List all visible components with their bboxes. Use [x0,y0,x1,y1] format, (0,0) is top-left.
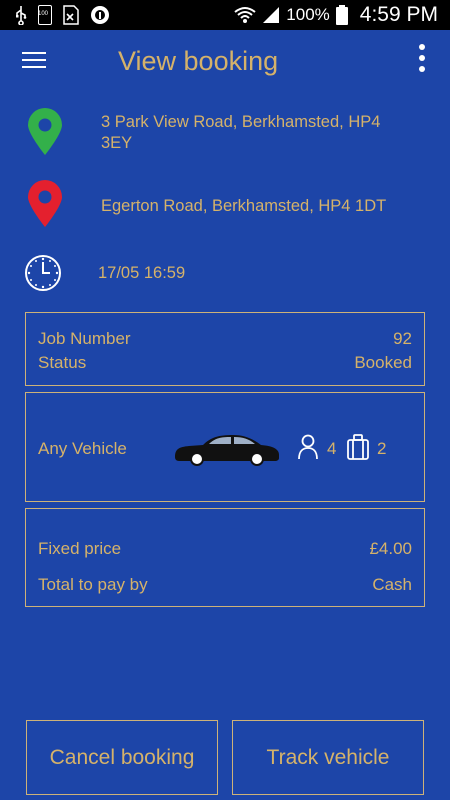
battery-icon [335,5,348,25]
status-label: Status [38,353,87,372]
dropoff-location-pin-icon [28,180,62,227]
fixed-price-value: £4.00 [369,539,412,558]
notification-icons: 100 [14,5,110,25]
battery-full-icon: 100 [38,5,52,25]
clock-time: 4:59 PM [359,3,438,26]
payment-method-label: Total to pay by [38,575,148,594]
luggage-count: 2 [377,439,387,458]
app-bar: View booking [0,30,450,92]
cancel-booking-button[interactable]: Cancel booking [26,720,218,795]
clock-icon [25,255,61,291]
status-bar: 100 100% 4:59 PM [0,0,450,30]
bbc-app-icon [63,5,79,25]
app-notification-icon [91,6,109,24]
payment-method-row: Total to pay by Cash [38,575,412,595]
cell-signal-icon [263,7,280,23]
datetime-row: 17/05 16:59 [0,254,450,292]
fixed-price-row: Fixed price £4.00 [38,539,412,559]
status-row: Status Booked [38,353,412,373]
passenger-icon [298,434,318,460]
job-number-label: Job Number [38,329,131,348]
job-number-row: Job Number 92 [38,329,412,349]
menu-icon[interactable] [22,52,46,70]
pickup-address: 3 Park View Road, Berkhamsted, HP4 3EY [101,113,381,152]
page-title: View booking [118,46,279,76]
booking-datetime: 17/05 16:59 [98,264,186,282]
car-icon [175,435,279,466]
signal-percent: 100% [286,5,330,24]
wifi-icon [234,7,256,23]
passenger-count: 4 [327,439,337,458]
payment-method-value: Cash [372,575,412,594]
track-vehicle-button[interactable]: Track vehicle [232,720,424,795]
pickup-location-pin-icon [28,108,62,155]
dropoff-row: Egerton Road, Berkhamsted, HP4 1DT [0,180,450,230]
more-options-icon[interactable] [416,44,428,78]
usb-icon [16,6,27,25]
vehicle-card: Any Vehicle 4 2 [25,392,425,502]
vehicle-type-label: Any Vehicle [38,439,127,458]
luggage-icon [347,434,369,460]
price-card: Fixed price £4.00 Total to pay by Cash [25,508,425,607]
battery-level-text: 100 [38,11,49,17]
job-info-card: Job Number 92 Status Booked [25,312,425,386]
pickup-row: 3 Park View Road, Berkhamsted, HP4 3EY [0,108,450,158]
dropoff-address: Egerton Road, Berkhamsted, HP4 1DT [101,197,387,215]
fixed-price-label: Fixed price [38,539,122,558]
job-number-value: 92 [393,329,412,348]
status-value: Booked [354,353,412,372]
